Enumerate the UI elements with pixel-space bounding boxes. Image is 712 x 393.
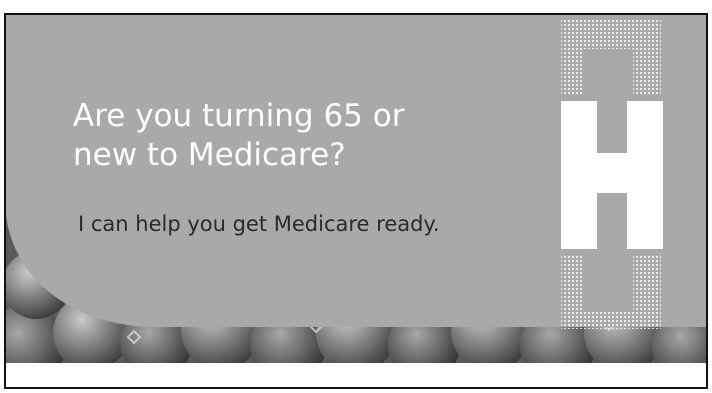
headline-line-1: Are you turning 65 or: [73, 98, 405, 134]
medicare-banner[interactable]: Are you turning 65 or new to Medicare? I…: [6, 15, 706, 365]
h-logo-icon: [561, 19, 663, 329]
content-area: [6, 363, 706, 387]
headline-line-2: new to Medicare?: [73, 137, 346, 173]
headline: Are you turning 65 or new to Medicare?: [73, 97, 503, 175]
subheadline: I can help you get Medicare ready.: [78, 212, 440, 236]
ad-frame: Are you turning 65 or new to Medicare? I…: [4, 13, 708, 389]
